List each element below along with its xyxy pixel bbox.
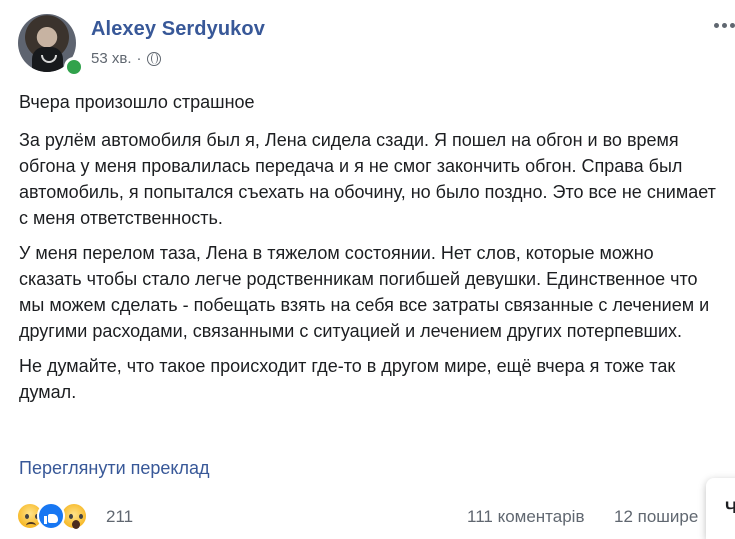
post-footer: 211 111 коментарів 12 пошире [0,492,735,539]
reaction-count[interactable]: 211 [106,507,133,527]
comments-count[interactable]: 111 коментарів [467,507,585,527]
globe-icon [146,51,161,66]
see-translation-link[interactable]: Переглянути переклад [19,458,210,479]
chat-side-panel[interactable]: Ч [706,478,735,539]
more-dot-icon [722,23,727,28]
post-time[interactable]: 53 хв. [91,50,132,67]
post-meta: 53 хв. · [91,50,161,67]
shares-count[interactable]: 12 пошире [614,507,698,527]
post-paragraph: За рулём автомобиля был я, Лена сидела с… [19,130,716,228]
more-dot-icon [714,23,719,28]
like-reaction-icon [37,502,65,530]
post-paragraph: У меня перелом таза, Лена в тяжелом сост… [19,243,710,341]
post-body: Вчера произошло страшное За рулём автомо… [19,89,719,414]
author-name[interactable]: Alexey Serdyukov [91,18,265,41]
more-dot-icon [730,23,735,28]
reaction-summary[interactable] [16,502,106,530]
online-status-icon [64,57,84,77]
meta-separator: · [136,50,142,67]
chat-panel-letter: Ч [725,498,735,517]
post-paragraph: Не думайте, что такое происходит где-то … [19,356,676,402]
post-header: Alexey Serdyukov 53 хв. · [18,14,735,77]
post-paragraph: Вчера произошло страшное [19,92,255,112]
more-options-icon[interactable] [714,23,735,28]
